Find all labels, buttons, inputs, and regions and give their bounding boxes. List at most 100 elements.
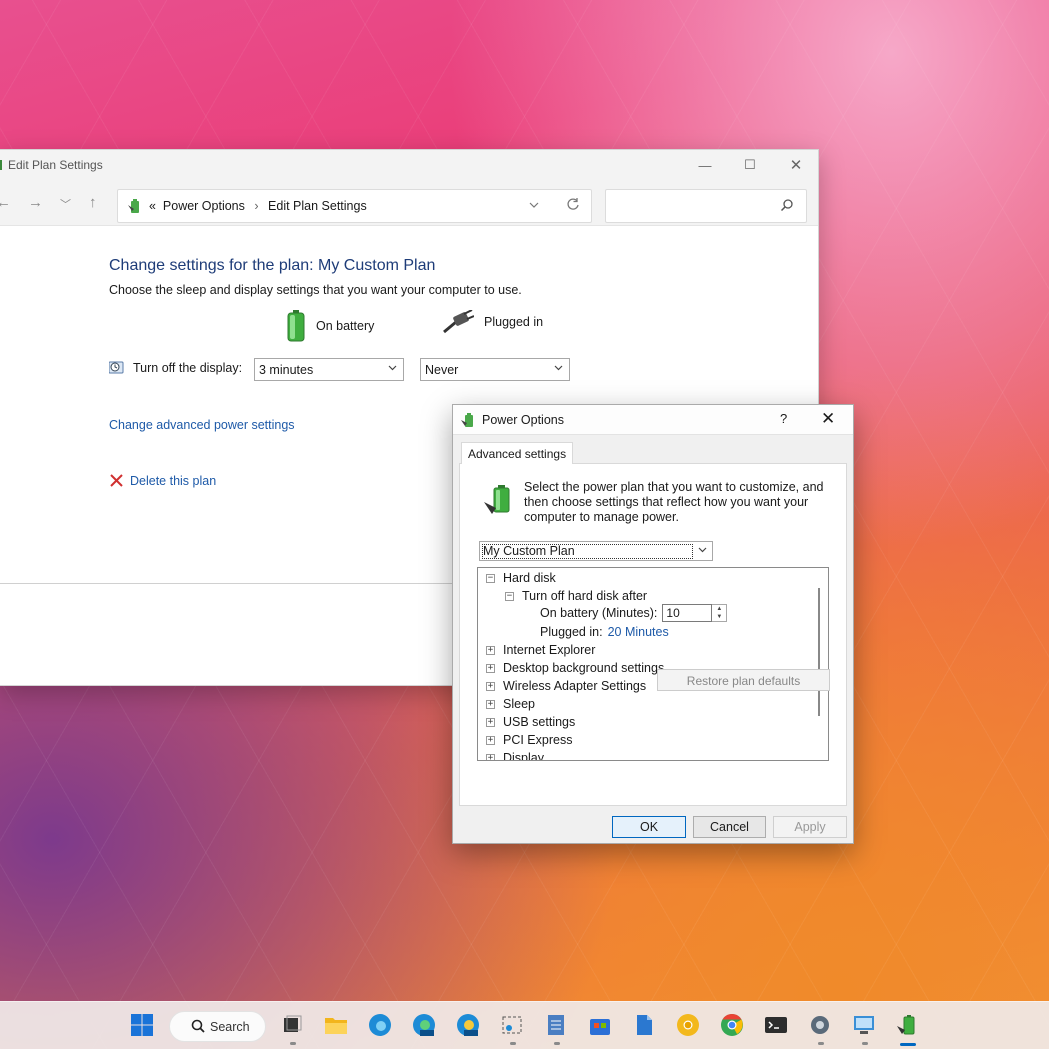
running-indicator xyxy=(510,1042,516,1045)
breadcrumb-separator: › xyxy=(254,199,259,213)
tree-item-label: Turn off hard disk after xyxy=(522,589,648,603)
tree-item-label: Internet Explorer xyxy=(503,643,596,657)
breadcrumb-power-options[interactable]: Power Options xyxy=(163,199,245,213)
tree-item-usb-settings[interactable]: + USB settings xyxy=(486,713,575,731)
search-input[interactable] xyxy=(605,189,807,223)
battery-icon xyxy=(287,310,305,342)
help-button[interactable]: ? xyxy=(780,411,787,426)
taskbar: Search xyxy=(0,1001,1049,1049)
address-bar[interactable]: « Power Options › Edit Plan Settings xyxy=(117,189,592,223)
snipping-tool-icon[interactable] xyxy=(500,1013,524,1037)
collapse-icon[interactable]: − xyxy=(505,591,514,601)
power-plan-selected-value: My Custom Plan xyxy=(482,544,693,559)
tree-item-plugged-in[interactable]: Plugged in: 20 Minutes xyxy=(540,623,669,641)
restore-plan-defaults-button[interactable]: Restore plan defaults xyxy=(657,669,830,691)
window-title: Edit Plan Settings xyxy=(8,158,103,172)
task-view-icon[interactable] xyxy=(280,1013,304,1037)
active-app-indicator xyxy=(900,1043,916,1046)
display-plugged-in-value: Never xyxy=(425,363,459,377)
on-battery-minutes-stepper[interactable]: 10 ▲ ▼ xyxy=(662,604,728,622)
apply-button[interactable]: Apply xyxy=(773,816,847,838)
power-options-icon[interactable] xyxy=(896,1013,920,1037)
delete-x-icon xyxy=(110,474,123,487)
edge-beta-icon[interactable] xyxy=(412,1013,436,1037)
breadcrumb-edit-plan-settings[interactable]: Edit Plan Settings xyxy=(268,199,367,213)
cancel-button[interactable]: Cancel xyxy=(693,816,766,838)
display-plugged-in-select[interactable]: Never xyxy=(420,358,570,381)
notepad-icon[interactable] xyxy=(544,1013,568,1037)
terminal-icon[interactable] xyxy=(764,1013,788,1037)
expand-icon[interactable]: + xyxy=(486,663,495,673)
settings-tree[interactable]: − Hard disk − Turn off hard disk after O… xyxy=(477,567,829,761)
tree-scrollbar[interactable] xyxy=(818,588,820,716)
tree-item-turn-off-hard-disk[interactable]: − Turn off hard disk after xyxy=(505,587,647,605)
tree-item-pci-express[interactable]: + PCI Express xyxy=(486,731,572,749)
tree-item-sleep[interactable]: + Sleep xyxy=(486,695,535,713)
advanced-settings-panel: Select the power plan that you want to c… xyxy=(459,463,847,806)
delete-plan-link-group[interactable]: Delete this plan xyxy=(109,473,216,488)
dialog-close-button[interactable]: ✕ xyxy=(821,409,835,429)
taskbar-search-box[interactable]: Search xyxy=(169,1011,266,1042)
search-icon xyxy=(191,1019,205,1033)
running-indicator xyxy=(862,1042,868,1045)
spin-down-icon[interactable]: ▼ xyxy=(716,614,722,620)
delete-plan-link[interactable]: Delete this plan xyxy=(130,474,216,488)
power-plan-select[interactable]: My Custom Plan xyxy=(479,541,713,561)
dialog-description: Select the power plan that you want to c… xyxy=(524,480,824,524)
edge-icon[interactable] xyxy=(368,1013,392,1037)
page-title: Change settings for the plan: My Custom … xyxy=(109,257,436,274)
expand-icon[interactable]: + xyxy=(486,681,495,691)
tree-item-label: Display xyxy=(503,751,544,761)
store-icon[interactable] xyxy=(588,1013,612,1037)
on-battery-minutes-label: On battery (Minutes): xyxy=(540,606,658,620)
back-arrow-icon[interactable]: ← xyxy=(0,195,11,210)
tree-item-on-battery[interactable]: On battery (Minutes): 10 ▲ ▼ xyxy=(540,604,728,622)
refresh-icon[interactable] xyxy=(566,197,580,214)
recent-locations-chevron-icon[interactable]: ﹀ xyxy=(60,198,71,212)
expand-icon[interactable]: + xyxy=(486,645,495,655)
expand-icon[interactable]: + xyxy=(486,699,495,709)
chrome-icon[interactable] xyxy=(720,1013,744,1037)
settings-icon[interactable] xyxy=(808,1013,832,1037)
power-options-icon xyxy=(128,199,139,213)
expand-icon[interactable]: + xyxy=(486,717,495,727)
ok-button[interactable]: OK xyxy=(612,816,686,838)
close-button[interactable]: ✕ xyxy=(773,150,819,180)
file-explorer-icon[interactable] xyxy=(324,1013,348,1037)
plugged-in-label: Plugged in xyxy=(484,315,544,329)
expand-icon[interactable]: + xyxy=(486,753,495,760)
collapse-icon[interactable]: − xyxy=(486,573,495,583)
breadcrumb-overflow[interactable]: « xyxy=(149,199,156,213)
power-options-dialog: Power Options ? ✕ Advanced settings Sele… xyxy=(452,404,854,844)
tab-advanced-settings[interactable]: Advanced settings xyxy=(461,442,574,464)
tree-item-hard-disk[interactable]: − Hard disk xyxy=(486,569,556,587)
chevron-down-icon xyxy=(387,362,398,376)
search-icon[interactable] xyxy=(780,198,794,215)
tree-item-label: Wireless Adapter Settings xyxy=(503,679,647,693)
tree-item-display[interactable]: + Display xyxy=(486,749,544,761)
power-options-icon xyxy=(461,413,473,427)
spin-up-icon[interactable]: ▲ xyxy=(716,606,722,612)
tree-item-wireless-adapter[interactable]: + Wireless Adapter Settings xyxy=(486,677,646,695)
tree-item-label: USB settings xyxy=(503,715,576,729)
forward-arrow-icon[interactable]: → xyxy=(28,195,43,210)
display-on-battery-select[interactable]: 3 minutes xyxy=(254,358,404,381)
maximize-button[interactable]: ☐ xyxy=(727,150,773,180)
tree-item-internet-explorer[interactable]: + Internet Explorer xyxy=(486,641,595,659)
spinner-buttons[interactable]: ▲ ▼ xyxy=(712,604,728,622)
tree-item-desktop-background[interactable]: + Desktop background settings xyxy=(486,659,664,677)
address-dropdown-chevron-icon[interactable] xyxy=(528,199,540,214)
minimize-button[interactable]: — xyxy=(682,150,728,180)
wordpad-icon[interactable] xyxy=(632,1013,656,1037)
remote-desktop-icon[interactable] xyxy=(852,1013,876,1037)
change-advanced-power-settings-link[interactable]: Change advanced power settings xyxy=(109,418,295,432)
windows-start-icon[interactable] xyxy=(130,1013,154,1037)
on-battery-minutes-input[interactable]: 10 xyxy=(662,604,713,622)
power-plan-icon xyxy=(484,485,510,514)
breadcrumb: « Power Options › Edit Plan Settings xyxy=(149,199,367,213)
up-arrow-icon[interactable]: ↑ xyxy=(89,195,97,210)
plugged-in-value[interactable]: 20 Minutes xyxy=(608,625,669,639)
expand-icon[interactable]: + xyxy=(486,735,495,745)
chrome-canary-icon[interactable] xyxy=(676,1013,700,1037)
edge-canary-icon[interactable] xyxy=(456,1013,480,1037)
